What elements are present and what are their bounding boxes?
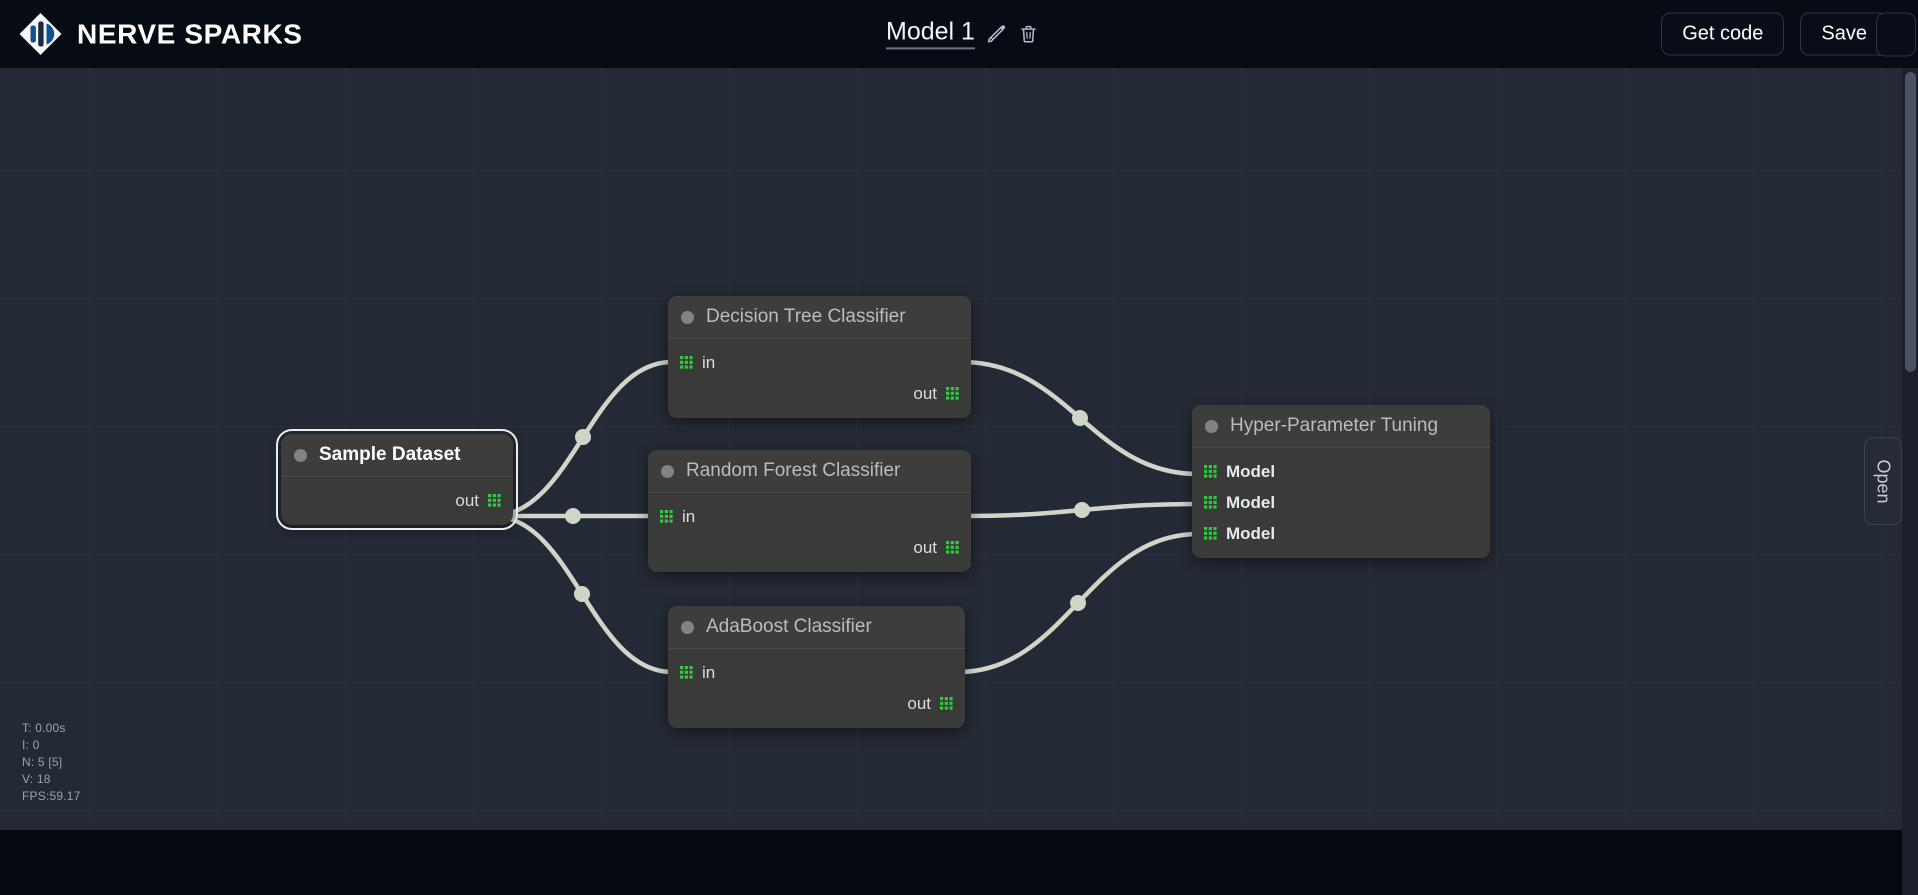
brand: NERVE SPARKS <box>18 12 303 57</box>
node-status-dot-icon <box>294 448 307 462</box>
input-port-row[interactable]: Model <box>1192 456 1490 487</box>
input-port-label: Model <box>1226 492 1276 512</box>
node-body: in out <box>668 339 971 418</box>
node-title: Hyper-Parameter Tuning <box>1230 415 1439 436</box>
edge-midpoint-handle[interactable] <box>1070 595 1086 611</box>
port-grid-icon[interactable] <box>940 697 953 710</box>
page-title: Model 1 <box>886 18 975 50</box>
node-status-dot-icon <box>1205 419 1218 433</box>
output-port-row[interactable]: out <box>668 378 971 409</box>
output-port-label: out <box>907 693 931 713</box>
nerve-sparks-logo-icon <box>19 13 62 55</box>
input-port-label: Model <box>1226 461 1276 481</box>
get-code-button[interactable]: Get code <box>1661 12 1785 56</box>
edge-midpoint-handle[interactable] <box>565 508 581 524</box>
flow-canvas[interactable]: Sample Dataset out Decision Tree Classifie… <box>0 68 1918 830</box>
node-body: in out <box>668 649 965 728</box>
node-status-dot-icon <box>681 310 694 324</box>
page-scrollbar-thumb[interactable] <box>1905 72 1916 372</box>
port-grid-icon[interactable] <box>946 387 959 400</box>
brand-name: NERVE SPARKS <box>77 18 303 49</box>
node-body: Model Model Model <box>1192 448 1490 558</box>
output-port-label: out <box>455 490 479 510</box>
input-port-row[interactable]: in <box>648 501 971 532</box>
edge-midpoint-handle[interactable] <box>1074 502 1090 518</box>
output-port-label: out <box>913 383 937 403</box>
node-body: out <box>281 477 513 525</box>
node-header[interactable]: Hyper-Parameter Tuning <box>1192 405 1490 448</box>
output-port-row[interactable]: out <box>648 532 971 563</box>
document-title-group: Model 1 <box>886 18 1039 50</box>
node-adaboost-classifier[interactable]: AdaBoost Classifier in out <box>668 606 965 728</box>
port-grid-icon[interactable] <box>1204 496 1217 509</box>
input-port-label: in <box>682 506 696 526</box>
input-port-row[interactable]: in <box>668 347 971 378</box>
edge-midpoint-handle[interactable] <box>1072 410 1088 426</box>
app-footer <box>0 830 1918 895</box>
input-port-row[interactable]: Model <box>1192 487 1490 518</box>
save-button[interactable]: Save <box>1800 12 1888 56</box>
node-header[interactable]: Decision Tree Classifier <box>668 296 971 339</box>
port-grid-icon[interactable] <box>660 510 673 523</box>
side-panel-open-tab[interactable]: Open <box>1864 437 1902 525</box>
input-port-label: in <box>702 352 716 372</box>
pencil-icon[interactable] <box>986 24 1007 45</box>
edge-midpoint-handle[interactable] <box>575 429 591 445</box>
node-hyper-parameter-tuning[interactable]: Hyper-Parameter Tuning Model Model Model <box>1192 405 1490 558</box>
overflow-button-partial[interactable] <box>1876 12 1916 56</box>
node-header[interactable]: Sample Dataset <box>281 434 513 477</box>
input-port-row[interactable]: in <box>668 657 965 688</box>
node-header[interactable]: AdaBoost Classifier <box>668 606 965 649</box>
port-grid-icon[interactable] <box>946 541 959 554</box>
node-title: Random Forest Classifier <box>686 460 901 481</box>
input-port-row[interactable]: Model <box>1192 518 1490 549</box>
side-panel-open-label: Open <box>1873 458 1894 504</box>
node-header[interactable]: Random Forest Classifier <box>648 450 971 493</box>
port-grid-icon[interactable] <box>1204 527 1217 540</box>
output-port-row[interactable]: out <box>668 688 965 719</box>
node-title: Decision Tree Classifier <box>706 306 906 327</box>
port-grid-icon[interactable] <box>680 666 693 679</box>
input-port-label: in <box>702 662 716 682</box>
node-status-dot-icon <box>681 620 694 634</box>
port-grid-icon[interactable] <box>488 494 501 507</box>
port-grid-icon[interactable] <box>680 356 693 369</box>
node-decision-tree-classifier[interactable]: Decision Tree Classifier in out <box>668 296 971 418</box>
node-sample-dataset[interactable]: Sample Dataset out <box>276 429 518 530</box>
app-header: NERVE SPARKS Model 1 Get code Save <box>0 0 1918 68</box>
port-grid-icon[interactable] <box>1204 465 1217 478</box>
node-title: Sample Dataset <box>319 444 461 465</box>
trash-icon[interactable] <box>1018 24 1039 45</box>
header-actions: Get code Save <box>1661 12 1916 56</box>
node-status-dot-icon <box>661 464 674 478</box>
input-port-label: Model <box>1226 523 1276 543</box>
output-port-label: out <box>913 537 937 557</box>
output-port-row[interactable]: out <box>281 485 513 516</box>
node-title: AdaBoost Classifier <box>706 616 872 637</box>
edge-midpoint-handle[interactable] <box>574 586 590 602</box>
node-random-forest-classifier[interactable]: Random Forest Classifier in out <box>648 450 971 572</box>
node-body: in out <box>648 493 971 572</box>
